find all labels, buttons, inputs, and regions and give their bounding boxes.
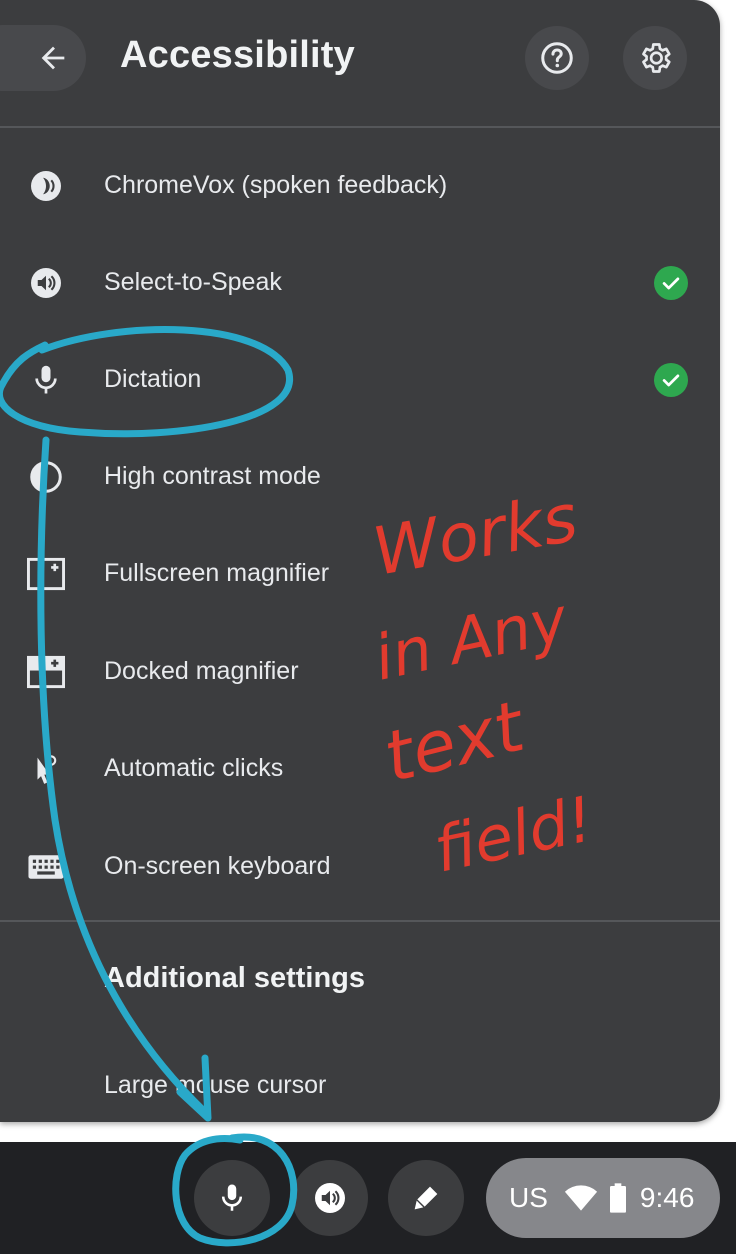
feature-label: Fullscreen magnifier <box>104 559 330 587</box>
check-icon <box>654 363 688 397</box>
feature-item-chromevox[interactable]: ChromeVox (spoken feedback) <box>0 137 720 234</box>
keyboard-icon <box>26 848 66 886</box>
feature-item-on-screen-keyboard[interactable]: On-screen keyboard <box>0 818 720 915</box>
gear-icon <box>642 43 671 73</box>
stylus-tools-button[interactable] <box>388 1160 464 1236</box>
header-divider <box>0 126 720 128</box>
contrast-icon <box>26 458 66 496</box>
select-to-speak-icon <box>26 264 66 302</box>
select-to-speak-icon <box>315 1183 345 1213</box>
feature-label: Dictation <box>104 365 202 393</box>
clock: 9:46 <box>639 1182 695 1213</box>
feature-label: ChromeVox (spoken feedback) <box>104 171 448 199</box>
arrow-left-icon <box>41 46 65 70</box>
feature-label: On-screen keyboard <box>104 852 331 880</box>
help-button[interactable] <box>525 26 589 90</box>
feature-item-docked-magnifier[interactable]: Docked magnifier <box>0 623 720 720</box>
system-shelf: US 9:46 <box>0 1142 736 1254</box>
additional-item-label: Large mouse cursor <box>104 1071 327 1099</box>
feature-label: Select-to-Speak <box>104 268 282 296</box>
accessibility-panel: Accessibility ChromeVox (spoken feedback… <box>0 0 720 1122</box>
battery-icon <box>609 1183 626 1213</box>
settings-button[interactable] <box>623 26 687 90</box>
chromevox-icon <box>26 167 66 205</box>
keyboard-layout-indicator: US <box>509 1182 548 1213</box>
docked-magnifier-icon <box>26 653 66 691</box>
back-button[interactable] <box>0 25 86 91</box>
feature-label: Docked magnifier <box>104 657 299 685</box>
feature-item-fullscreen-magnifier[interactable]: Fullscreen magnifier <box>0 525 720 622</box>
dictation-shelf-button[interactable] <box>194 1160 270 1236</box>
stylus-icon <box>414 1186 438 1210</box>
fullscreen-magnifier-icon <box>26 555 66 593</box>
panel-header: Accessibility <box>0 0 720 127</box>
help-circle-icon <box>541 42 573 74</box>
feature-label: Automatic clicks <box>104 754 284 782</box>
feature-item-automatic-clicks[interactable]: Automatic clicks <box>0 720 720 817</box>
feature-label: High contrast mode <box>104 462 321 490</box>
page-title: Accessibility <box>120 34 355 76</box>
status-area[interactable]: US 9:46 <box>486 1158 720 1238</box>
additional-settings-heading: Additional settings <box>104 962 365 994</box>
check-icon <box>654 266 688 300</box>
cursor-click-icon <box>26 750 66 788</box>
microphone-icon <box>26 361 66 399</box>
select-to-speak-shelf-button[interactable] <box>292 1160 368 1236</box>
section-divider <box>0 920 720 922</box>
additional-item-large-mouse-cursor[interactable]: Large mouse cursor <box>0 1037 720 1122</box>
feature-item-select-to-speak[interactable]: Select-to-Speak <box>0 234 720 331</box>
feature-item-high-contrast[interactable]: High contrast mode <box>0 428 720 525</box>
microphone-icon <box>221 1184 243 1211</box>
feature-item-dictation[interactable]: Dictation <box>0 331 720 428</box>
wifi-icon <box>564 1185 598 1211</box>
